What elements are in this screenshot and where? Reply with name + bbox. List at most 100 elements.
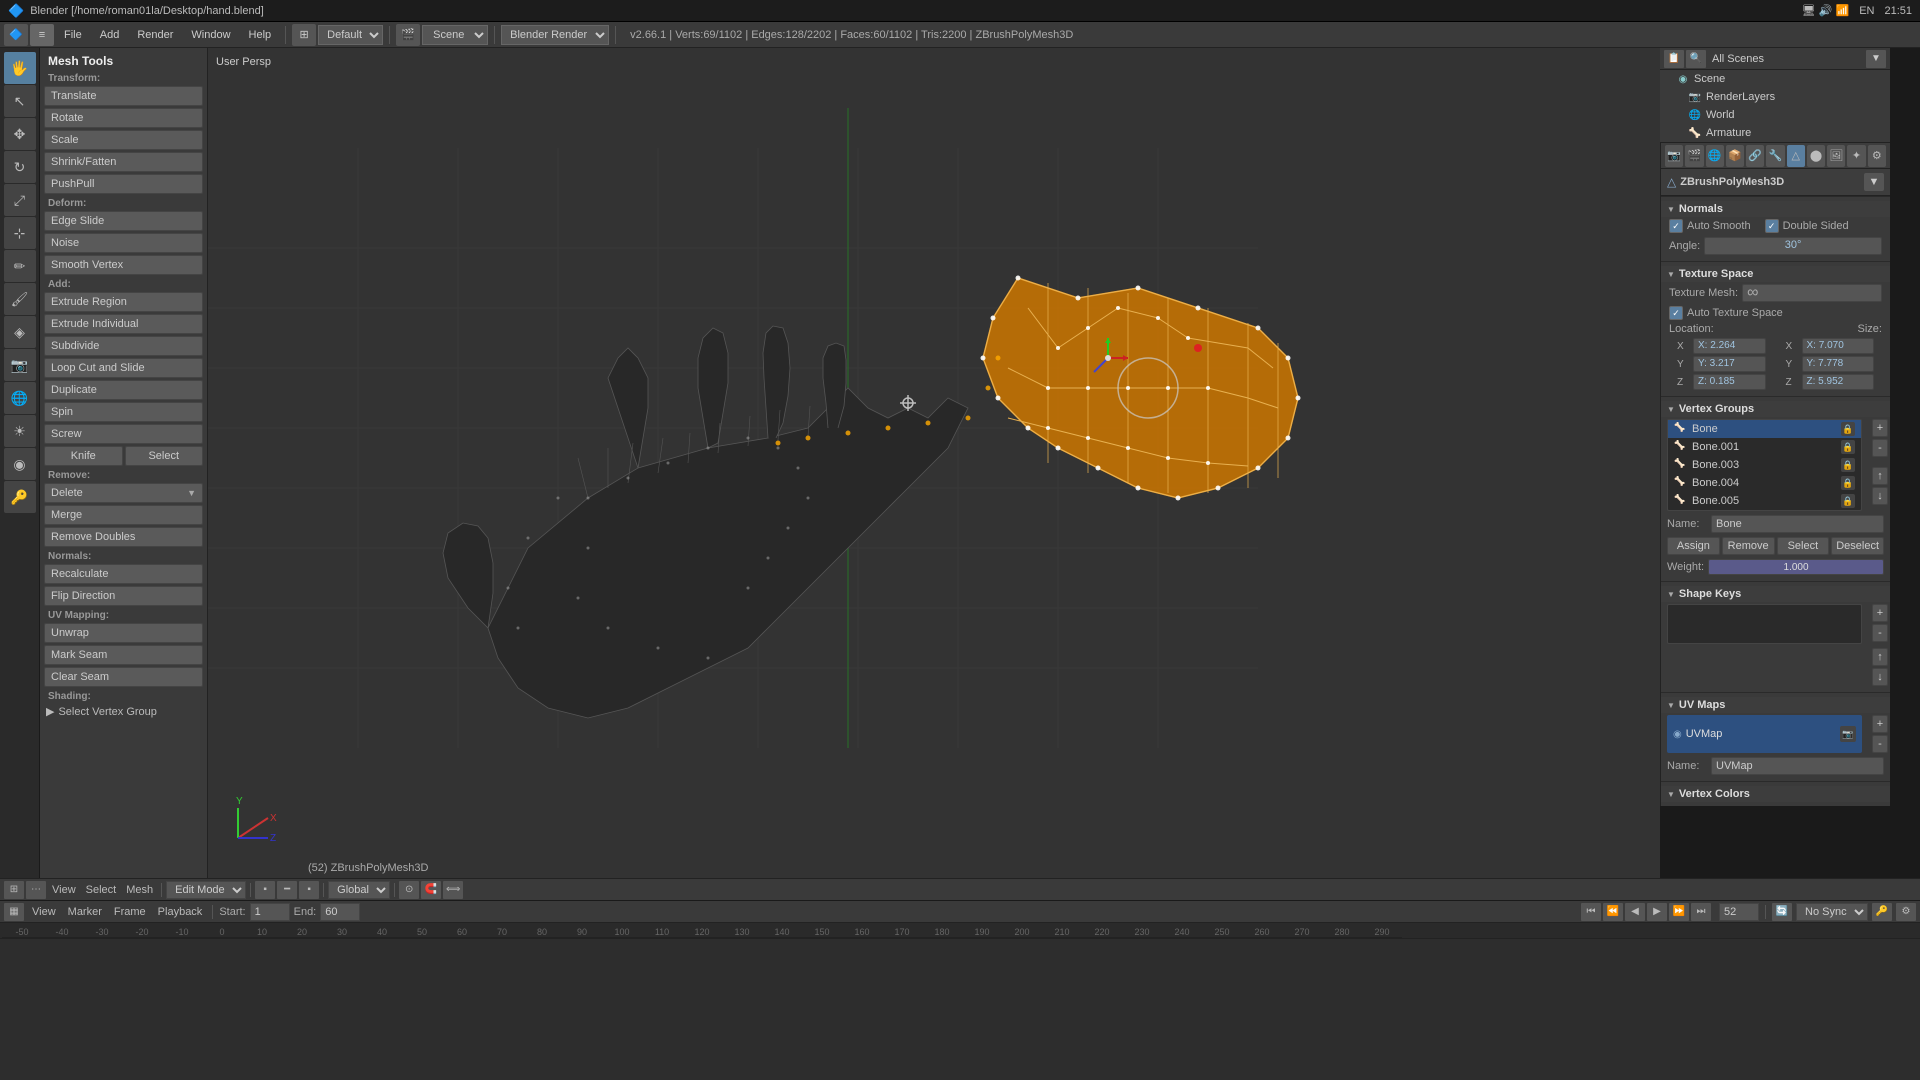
extrude-region-btn[interactable]: Extrude Region [44,292,203,312]
scale-btn[interactable]: Scale [44,130,203,150]
prop-render-icon[interactable]: 📷 [1665,145,1683,167]
uv-cam-icon[interactable]: 📷 [1840,726,1856,742]
size-z-field[interactable]: Z: 5.952 [1802,374,1875,390]
engine-select[interactable]: Blender Render [501,25,609,45]
tl-play-fwd-btn[interactable]: ⏩ [1669,903,1689,921]
view-menu-icon[interactable]: ≡ [30,24,54,46]
prop-modifiers-icon[interactable]: 🔧 [1766,145,1784,167]
vg-item-bone005[interactable]: 🦴 Bone.005 🔒 [1668,492,1861,510]
uv-add-btn[interactable]: + [1872,715,1888,733]
prop-physics-icon[interactable]: ⚙ [1868,145,1886,167]
outliner-view-btn[interactable]: 📋 [1664,50,1684,68]
auto-texture-check[interactable] [1669,306,1683,320]
tl-frame-input[interactable] [1719,903,1759,921]
vg-lock-1[interactable]: 🔒 [1841,440,1855,454]
prop-texture-icon[interactable]: 🖼 [1827,145,1845,167]
tool-icon-transform[interactable]: ⊹ [4,217,36,249]
vg-item-bone001[interactable]: 🦴 Bone.001 🔒 [1668,438,1861,456]
vg-remove-btn[interactable]: - [1872,439,1888,457]
tool-icon-s5[interactable]: ◉ [4,448,36,480]
deselect-btn[interactable]: Deselect [1831,537,1884,555]
uv-remove-btn[interactable]: - [1872,735,1888,753]
blender-icon[interactable]: 🔷 [4,24,28,46]
spin-btn[interactable]: Spin [44,402,203,422]
tl-keyframe-icon[interactable]: 🔑 [1872,903,1892,921]
tl-marker-btn[interactable]: Marker [64,906,106,918]
bt-face-icon[interactable]: ▪ [299,881,319,899]
outliner-armature-item[interactable]: 🦴 Armature [1660,124,1890,142]
remove-btn[interactable]: Remove [1722,537,1775,555]
outliner-renderlayers-item[interactable]: 📷 RenderLayers [1660,88,1890,106]
scene-icon[interactable]: 🎬 [396,24,420,46]
pushpull-btn[interactable]: PushPull [44,174,203,194]
tool-icon-edit[interactable]: ✏ [4,250,36,282]
tl-jump-start-btn[interactable]: ⏮ [1581,903,1601,921]
tl-options-icon[interactable]: ⚙ [1896,903,1916,921]
edit-mode-select[interactable]: Edit Mode [166,881,246,899]
viewport-3d[interactable]: User Persp [208,48,1660,878]
select-btn[interactable]: Select [82,884,121,896]
vg-down-btn[interactable]: ↓ [1872,487,1888,505]
flip-direction-btn[interactable]: Flip Direction [44,586,203,606]
outliner-search-btn[interactable]: 🔍 [1686,50,1706,68]
bt-snap-icon[interactable]: 🧲 [421,881,441,899]
bt-dots-icon[interactable]: ⋯ [26,881,46,899]
file-menu[interactable]: File [56,27,90,43]
view-btn[interactable]: View [48,884,80,896]
tool-icon-move[interactable]: ✥ [4,118,36,150]
tool-icon-scale[interactable]: ⤢ [4,184,36,216]
loc-x-field[interactable]: X: 2.264 [1693,338,1766,354]
tl-playback-btn[interactable]: Playback [154,906,207,918]
bt-mirror-icon[interactable]: ⟺ [443,881,463,899]
mesh-btn[interactable]: Mesh [122,884,157,896]
tool-icon-s4[interactable]: ☀ [4,415,36,447]
prop-object-icon[interactable]: 📦 [1726,145,1744,167]
shrink-btn[interactable]: Shrink/Fatten [44,152,203,172]
vertex-colors-header[interactable]: ▼ Vertex Colors [1661,786,1890,802]
tl-icon-1[interactable]: ▦ [4,903,24,921]
tool-icon-paint[interactable]: 🖌 [4,283,36,315]
tl-jump-end-btn[interactable]: ⏭ [1691,903,1711,921]
sk-add-btn[interactable]: + [1872,604,1888,622]
bt-proportional-icon[interactable]: ⊙ [399,881,419,899]
sk-up-btn[interactable]: ↑ [1872,648,1888,666]
vg-add-btn[interactable]: + [1872,419,1888,437]
size-y-field[interactable]: Y: 7.778 [1802,356,1875,372]
tool-icon-hand[interactable]: 🖐 [4,52,36,84]
vertex-groups-header[interactable]: ▼ Vertex Groups [1661,401,1890,417]
tl-end-input[interactable] [320,903,360,921]
noise-btn[interactable]: Noise [44,233,203,253]
vg-lock-3[interactable]: 🔒 [1841,476,1855,490]
tl-sync-select[interactable]: No Sync [1796,903,1868,921]
tl-view-btn[interactable]: View [28,906,60,918]
bt-viewport-icon[interactable]: ⊞ [4,881,24,899]
tl-prev-frame-btn[interactable]: ⏪ [1603,903,1623,921]
render-menu[interactable]: Render [129,27,181,43]
vg-item-bone[interactable]: 🦴 Bone 🔒 [1668,420,1861,438]
prop-scene-icon[interactable]: 🎬 [1685,145,1703,167]
prop-world-icon[interactable]: 🌐 [1706,145,1724,167]
vg-item-bone003[interactable]: 🦴 Bone.003 🔒 [1668,456,1861,474]
smoothvertex-btn[interactable]: Smooth Vertex [44,255,203,275]
weight-bar[interactable]: 1.000 [1708,559,1884,575]
screw-btn[interactable]: Screw [44,424,203,444]
auto-smooth-check[interactable] [1669,219,1683,233]
vg-lock-4[interactable]: 🔒 [1841,494,1855,508]
tool-icon-cursor[interactable]: ↖ [4,85,36,117]
assign-btn[interactable]: Assign [1667,537,1720,555]
prop-material-icon[interactable]: ⬤ [1807,145,1825,167]
vg-up-btn[interactable]: ↑ [1872,467,1888,485]
tool-icon-s1[interactable]: ◈ [4,316,36,348]
sk-down-btn[interactable]: ↓ [1872,668,1888,686]
knife-btn[interactable]: Knife [44,446,123,466]
translate-btn[interactable]: Translate [44,86,203,106]
clear-seam-btn[interactable]: Clear Seam [44,667,203,687]
uv-maps-header[interactable]: ▼ UV Maps [1661,697,1890,713]
tool-icon-s2[interactable]: 📷 [4,349,36,381]
edgeslide-btn[interactable]: Edge Slide [44,211,203,231]
select-vertex-group-collapse[interactable]: ▶ Select Vertex Group [40,703,207,720]
loc-y-field[interactable]: Y: 3.217 [1693,356,1766,372]
delete-btn[interactable]: Delete ▼ [44,483,203,503]
mark-seam-btn[interactable]: Mark Seam [44,645,203,665]
remove-doubles-btn[interactable]: Remove Doubles [44,527,203,547]
